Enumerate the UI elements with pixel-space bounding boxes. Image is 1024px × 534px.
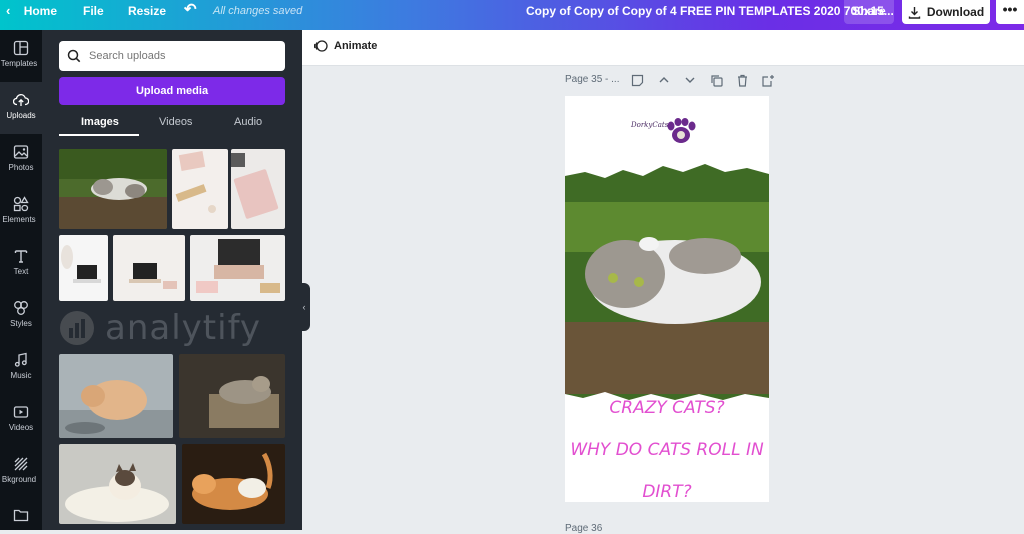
upload-thumbnail[interactable] [182, 444, 285, 524]
videos-icon [13, 406, 29, 418]
animate-button[interactable]: Animate [314, 39, 377, 53]
collapse-panel-handle[interactable]: ‹ [298, 283, 310, 331]
page-title[interactable]: Page 35 - ... [565, 74, 619, 85]
download-icon [908, 6, 921, 19]
music-icon [14, 352, 27, 367]
tab-audio[interactable]: Audio [234, 116, 262, 128]
top-bar: ‹ Home File Resize ↶ All changes saved C… [0, 0, 1024, 30]
background-icon [14, 457, 28, 471]
rail-item-folders[interactable] [0, 498, 42, 530]
text-icon [14, 250, 28, 263]
photos-icon [13, 145, 29, 159]
rail-item-text[interactable]: Text [0, 238, 42, 290]
delete-page-icon[interactable] [736, 74, 749, 90]
upload-thumbnail[interactable] [59, 149, 167, 229]
rail-item-templates[interactable]: Templates [0, 30, 42, 82]
rail-item-photos[interactable]: Photos [0, 134, 42, 186]
rail-item-elements[interactable]: Elements [0, 186, 42, 238]
upload-media-button[interactable]: Upload media [59, 77, 285, 105]
upload-thumbnail[interactable] [179, 354, 285, 438]
upload-thumbnail[interactable] [59, 444, 176, 524]
search-input[interactable] [89, 50, 269, 62]
active-tab-indicator [59, 134, 139, 136]
rail-item-videos[interactable]: Videos [0, 394, 42, 446]
headline-line-1[interactable]: CRAZY CATS? [565, 398, 769, 418]
rail-item-uploads[interactable]: Uploads [0, 82, 42, 134]
chevron-left-icon: ‹ [6, 3, 11, 18]
styles-icon [14, 301, 28, 315]
duplicate-page-icon[interactable] [710, 74, 723, 90]
tab-videos[interactable]: Videos [159, 116, 192, 128]
resize-menu[interactable]: Resize [128, 0, 166, 30]
rail-item-background[interactable]: Bkground [0, 446, 42, 498]
rail-item-styles[interactable]: Styles [0, 290, 42, 342]
editor-toolbar: Animate [302, 30, 1024, 66]
folder-icon [13, 509, 29, 522]
headline-line-2[interactable]: WHY DO CATS ROLL IN [565, 440, 769, 460]
notes-icon[interactable] [631, 74, 644, 90]
brand-logo-text: DorkyCats [631, 121, 669, 129]
upload-thumbnail[interactable] [113, 235, 185, 301]
analytics-logo-icon [60, 311, 94, 345]
upload-icon [13, 94, 29, 106]
headline-line-3[interactable]: DIRT? [565, 482, 769, 502]
search-icon [67, 49, 81, 63]
paw-logo-icon [667, 118, 696, 143]
rail-item-music[interactable]: Music [0, 342, 42, 394]
file-menu[interactable]: File [83, 0, 104, 30]
document-title[interactable]: Copy of Copy of Copy of 4 FREE PIN TEMPL… [526, 4, 894, 18]
home-button[interactable]: ‹ Home [6, 0, 57, 30]
tab-images[interactable]: Images [81, 116, 119, 128]
upload-thumbnail[interactable] [59, 354, 173, 438]
design-page[interactable]: DorkyCats CRAZY CATS? WHY DO CATS ROLL I… [565, 96, 769, 502]
more-options-button[interactable]: ••• [996, 0, 1024, 24]
upload-thumbnail[interactable] [59, 235, 108, 301]
uploads-panel: Upload media Images Videos Audio analyti… [42, 30, 302, 530]
search-box[interactable] [59, 41, 285, 71]
upload-thumbnail[interactable] [190, 235, 285, 301]
upload-thumbnail[interactable] [231, 149, 285, 229]
add-page-icon[interactable] [762, 74, 775, 90]
chevron-down-icon[interactable] [684, 74, 696, 89]
side-rail: Templates Uploads Photos Elements Text S… [0, 30, 42, 530]
templates-icon [13, 40, 29, 56]
hero-cat-photo[interactable] [565, 162, 769, 402]
next-page-label[interactable]: Page 36 [565, 523, 602, 534]
analytify-watermark: analytify [59, 306, 302, 350]
save-status: All changes saved [213, 5, 303, 17]
download-button[interactable]: Download [902, 0, 990, 24]
share-button[interactable]: Share [844, 0, 894, 24]
elements-icon [13, 196, 29, 212]
undo-icon[interactable]: ↶ [184, 0, 197, 30]
chevron-up-icon[interactable] [658, 74, 670, 89]
upload-thumbnail[interactable] [172, 149, 228, 229]
animate-icon [314, 40, 328, 52]
